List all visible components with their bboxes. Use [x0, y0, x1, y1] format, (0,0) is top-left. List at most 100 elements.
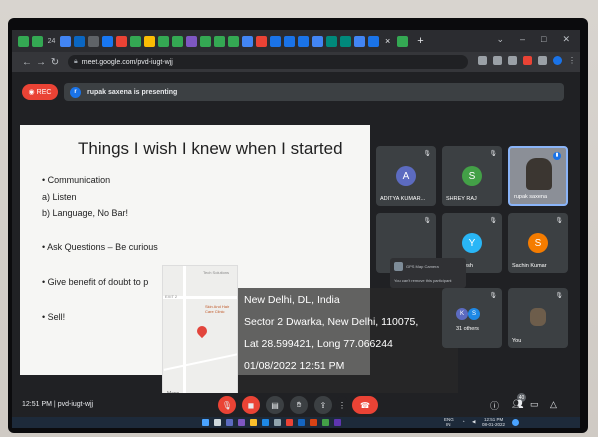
close-icon[interactable]: ✕	[562, 34, 570, 45]
more-options-button[interactable]: ⋮	[336, 396, 348, 414]
file-explorer-icon[interactable]	[250, 419, 257, 426]
meet-control-bar: 12:51 PM | pvd-iugt-wjj 🎙︎ ◼ ▤ ✋︎ ⇪ ⋮ ☎︎…	[12, 393, 580, 417]
mic-off-icon: 🎙︎	[423, 218, 431, 224]
url-input[interactable]: 🔒︎ meet.google.com/pvd-iugt-wjj	[68, 55, 468, 69]
tab-favicon-docs[interactable]	[60, 35, 71, 47]
extension-icon[interactable]	[523, 56, 532, 65]
task-view-icon[interactable]	[226, 419, 233, 426]
profile-icon[interactable]	[553, 56, 562, 65]
tab-favicon-slides[interactable]	[144, 35, 155, 47]
taskbar-date[interactable]: 08-01-2022	[482, 422, 505, 427]
slide-bullet: • Sell!	[42, 312, 66, 322]
activities-icon[interactable]: △	[550, 399, 557, 410]
screen: 24 × + ⌄ – □ ✕ ← → ↻ 🔒︎ meet.google.com/…	[12, 30, 580, 428]
tab-favicon-sheets[interactable]	[214, 35, 225, 47]
whatsapp-icon[interactable]	[322, 419, 329, 426]
minimize-icon[interactable]: –	[520, 34, 525, 45]
windows-start-icon[interactable]	[202, 419, 209, 426]
maximize-icon[interactable]: □	[541, 34, 546, 45]
word-icon[interactable]	[298, 419, 305, 426]
tab-favicon-red[interactable]	[256, 35, 267, 47]
notification-icon[interactable]	[512, 419, 519, 426]
participant-name: ADITYA KUMAR...	[380, 196, 426, 202]
tab-favicon-forms[interactable]	[186, 35, 197, 47]
raise-hand-button[interactable]: ✋︎	[290, 396, 308, 414]
tab-favicon-sheets[interactable]	[18, 35, 29, 47]
chevron-down-icon[interactable]: ⌄	[496, 34, 504, 45]
present-button[interactable]: ⇪	[314, 396, 332, 414]
tab-favicon-gmail[interactable]	[116, 35, 127, 47]
participant-tile[interactable]: 🎙︎ A ADITYA KUMAR...	[376, 146, 436, 206]
participant-avatar: S	[468, 308, 480, 320]
forward-icon[interactable]: →	[34, 57, 48, 68]
recording-badge[interactable]: ◉ REC	[22, 84, 58, 100]
puzzle-icon[interactable]	[538, 56, 547, 65]
tab-favicon-blue[interactable]	[368, 35, 379, 47]
store-icon[interactable]	[274, 419, 281, 426]
tab-favicon-sheets[interactable]	[172, 35, 183, 47]
tab-favicon-facebook[interactable]	[102, 35, 113, 47]
search-icon[interactable]	[214, 419, 221, 426]
participant-tile[interactable]: 🎙︎ S SHREY RAJ	[442, 146, 502, 206]
mic-off-icon: 🎙︎	[489, 293, 497, 299]
meeting-separator: |	[53, 401, 56, 408]
tab-favicon-docs[interactable]	[312, 35, 323, 47]
tab-favicon-meet[interactable]	[326, 35, 337, 47]
tab-favicon-sheets[interactable]	[130, 35, 141, 47]
participant-tile-active[interactable]: ▮ rupak saxena	[508, 146, 568, 206]
tab-favicon-blue[interactable]	[270, 35, 281, 47]
mic-off-icon: 🎙︎	[489, 218, 497, 224]
menu-dots-icon[interactable]: ⋮	[568, 56, 576, 65]
map-road	[163, 353, 237, 371]
camera-icon[interactable]	[478, 56, 487, 65]
powerpoint-icon[interactable]	[310, 419, 317, 426]
teams-icon[interactable]	[238, 419, 245, 426]
chrome-icon[interactable]	[286, 419, 293, 426]
mic-toggle-button[interactable]: 🎙︎	[218, 396, 236, 414]
chat-icon[interactable]: ▭	[530, 399, 539, 410]
install-icon[interactable]	[493, 56, 502, 65]
tab-favicon-meet[interactable]	[340, 35, 351, 47]
tab-favicon-blue[interactable]	[284, 35, 295, 47]
tab-close-icon[interactable]: ×	[385, 36, 390, 46]
tab-favicon-sheets[interactable]	[228, 35, 239, 47]
app-icon[interactable]	[334, 419, 341, 426]
self-video	[530, 308, 546, 326]
people-icon[interactable]: 👥︎	[512, 399, 523, 410]
tab-favicon-sheets[interactable]	[32, 35, 43, 47]
volume-icon[interactable]: ◀	[472, 419, 475, 425]
participant-tile[interactable]: 🎙︎ K S 31 others	[442, 288, 502, 348]
location-overlay: New Delhi, DL, India Sector 2 Dwarka, Ne…	[238, 288, 458, 400]
tab-favicon-sheets[interactable]	[397, 35, 409, 47]
tab-count[interactable]: 24	[46, 38, 57, 45]
back-icon[interactable]: ←	[20, 57, 34, 68]
tab-favicon-sheets[interactable]	[158, 35, 169, 47]
window-controls: ⌄ – □ ✕	[496, 34, 570, 45]
participant-tile-self[interactable]: 🎙︎ You	[508, 288, 568, 348]
app-icon	[394, 262, 403, 271]
tab-favicon-sheets[interactable]	[200, 35, 211, 47]
info-icon[interactable]: ⓘ	[490, 399, 499, 412]
tab-favicon-docs[interactable]	[242, 35, 253, 47]
tab-favicon-blue[interactable]	[298, 35, 309, 47]
meeting-clock: 12:51 PM	[22, 401, 52, 408]
star-icon[interactable]	[508, 56, 517, 65]
camera-toggle-button[interactable]: ◼	[242, 396, 260, 414]
captions-button[interactable]: ▤	[266, 396, 284, 414]
wifi-icon[interactable]: ◔	[462, 419, 465, 424]
slide-bullet: • Give benefit of doubt to p	[42, 277, 149, 287]
reload-icon[interactable]: ↻	[48, 57, 62, 68]
slide-bullet: • Ask Questions – Be curious	[42, 242, 158, 252]
windows-taskbar: ENG IN ◔ ◀ 12:51 PM 08-01-2022	[12, 417, 580, 428]
participant-avatar: S	[528, 233, 548, 253]
tab-favicon-github[interactable]	[88, 35, 99, 47]
slide-bullet: a) Listen	[42, 192, 77, 202]
edge-icon[interactable]	[262, 419, 269, 426]
new-tab-icon[interactable]: +	[417, 35, 423, 47]
tab-favicon-docs[interactable]	[354, 35, 365, 47]
tab-favicon-linkedin[interactable]	[74, 35, 85, 47]
mic-off-icon: 🎙︎	[489, 151, 497, 157]
participant-tile[interactable]: 🎙︎ S Sachin Kumar	[508, 213, 568, 273]
end-call-button[interactable]: ☎︎	[352, 396, 378, 414]
slide-bullet: • Communication	[42, 175, 111, 185]
